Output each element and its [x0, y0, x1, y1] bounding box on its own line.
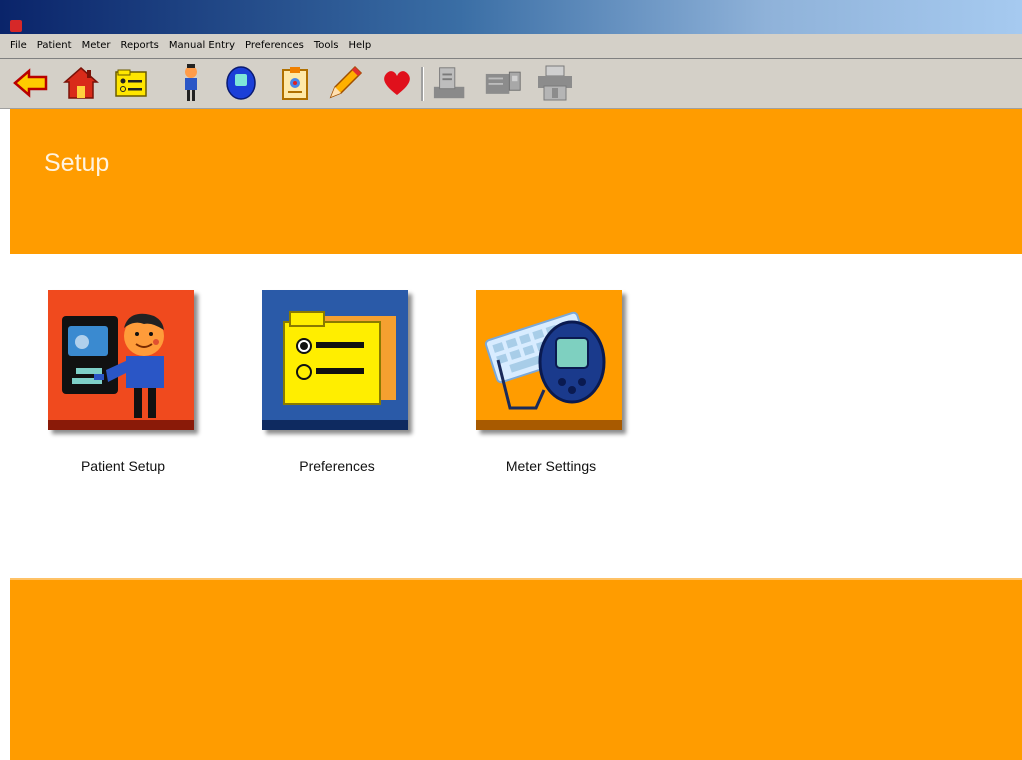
menu-reports[interactable]: Reports	[116, 34, 164, 58]
download-icon[interactable]	[432, 64, 470, 102]
patient-setup-icon[interactable]	[48, 290, 194, 430]
patient-setup-tile[interactable]: Patient Setup	[48, 290, 198, 475]
preferences-icon[interactable]	[112, 64, 150, 102]
toolbar	[0, 59, 1022, 109]
toolbar-separator	[421, 67, 424, 101]
meter-settings-label: Meter Settings	[505, 458, 597, 474]
menu-patient[interactable]: Patient	[32, 34, 77, 58]
menu-file[interactable]: File	[0, 34, 32, 58]
meter-settings-icon[interactable]	[476, 290, 622, 430]
window-title-bar[interactable]	[0, 0, 1022, 34]
pencil-icon[interactable]	[326, 64, 364, 102]
setup-header: Setup	[10, 109, 1022, 254]
home-icon[interactable]	[62, 64, 100, 102]
menu-help[interactable]: Help	[343, 34, 376, 58]
setup-content: Patient Setup Preferences Meter Settings	[10, 254, 1022, 576]
patient-icon[interactable]	[172, 64, 210, 102]
patient-setup-label: Patient Setup	[80, 458, 166, 474]
page-title: Setup	[44, 149, 110, 177]
preferences-icon[interactable]	[262, 290, 408, 430]
meter-settings-tile[interactable]: Meter Settings	[476, 290, 626, 475]
meter-icon[interactable]	[222, 64, 260, 102]
printer-icon[interactable]	[536, 64, 574, 102]
meter-device-icon[interactable]	[484, 64, 522, 102]
menu-tools[interactable]: Tools	[309, 34, 344, 58]
logbook-icon[interactable]	[276, 64, 314, 102]
preferences-tile[interactable]: Preferences	[262, 290, 412, 475]
menu-manual-entry[interactable]: Manual Entry	[164, 34, 240, 58]
menu-bar: File Patient Meter Reports Manual Entry Prefe…	[0, 34, 1022, 59]
preferences-label: Preferences	[299, 458, 375, 474]
menu-meter[interactable]: Meter	[77, 34, 116, 58]
footer-band	[10, 578, 1022, 760]
left-border	[0, 109, 10, 758]
app-icon	[10, 20, 22, 32]
back-arrow-icon[interactable]	[12, 64, 50, 102]
heart-icon[interactable]	[378, 64, 416, 102]
menu-preferences[interactable]: Preferences	[240, 34, 309, 58]
